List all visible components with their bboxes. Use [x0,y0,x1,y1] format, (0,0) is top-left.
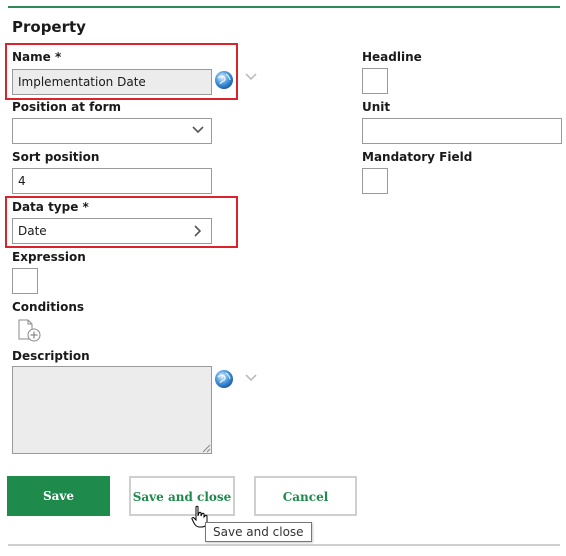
mandatory-field-label: Mandatory Field [362,150,473,164]
tooltip: Save and close [205,522,312,542]
chevron-right-icon[interactable] [193,224,203,238]
name-input[interactable]: Implementation Date [12,69,212,95]
description-label: Description [12,349,90,363]
conditions-label: Conditions [12,300,85,314]
position-at-form-label: Position at form [12,100,122,114]
headline-checkbox[interactable] [362,68,388,94]
top-divider [8,6,560,8]
save-button[interactable]: Save [7,476,110,516]
save-and-close-button[interactable]: Save and close [129,476,235,516]
bottom-divider [8,544,560,546]
data-type-selector[interactable]: Date [12,218,212,244]
page-title: Property [12,18,86,36]
globe-icon[interactable] [214,369,234,389]
chevron-down-icon[interactable] [244,72,258,82]
add-document-icon[interactable] [17,319,43,343]
unit-input[interactable] [362,118,562,144]
position-at-form-select[interactable] [12,118,212,144]
chevron-down-icon[interactable] [191,125,205,135]
sort-position-input[interactable]: 4 [12,168,212,194]
sort-position-label: Sort position [12,150,100,164]
mandatory-field-checkbox[interactable] [362,168,388,194]
description-textarea[interactable] [12,366,212,454]
data-type-label: Data type * [12,200,89,214]
name-label: Name * [12,50,62,64]
expression-checkbox[interactable] [12,268,38,294]
chevron-down-icon[interactable] [244,373,258,383]
globe-icon[interactable] [214,70,234,90]
unit-label: Unit [362,100,391,114]
headline-label: Headline [362,50,422,64]
expression-label: Expression [12,250,86,264]
resize-handle-icon[interactable] [202,444,211,453]
cancel-button[interactable]: Cancel [254,476,357,516]
